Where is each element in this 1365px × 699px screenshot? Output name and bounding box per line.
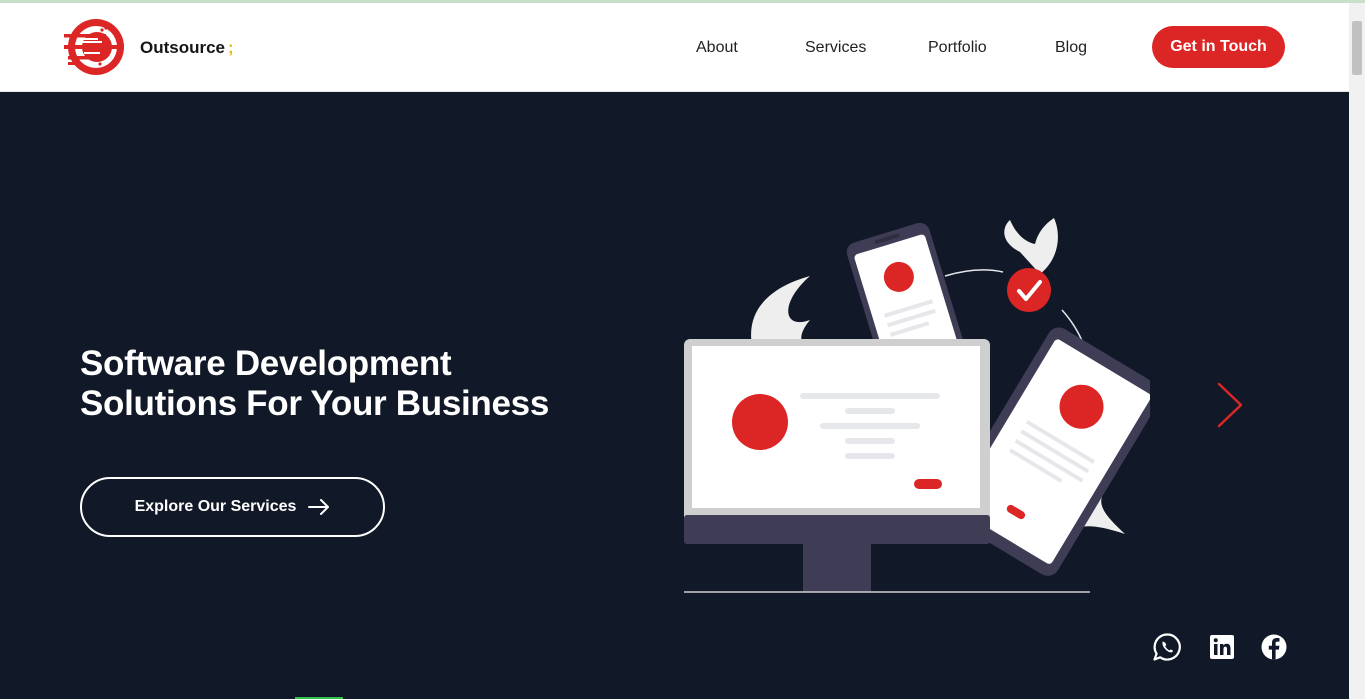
devices-illustration (670, 212, 1162, 597)
chevron-right-icon[interactable] (1212, 382, 1246, 428)
nav-portfolio[interactable]: Portfolio (928, 39, 987, 57)
whatsapp-icon[interactable] (1152, 632, 1182, 662)
linkedin-icon[interactable] (1207, 632, 1237, 662)
brand-mark: ; (228, 38, 234, 57)
hero-title-line-2: Solutions For Your Business (80, 384, 549, 423)
hero-title: Software Development Solutions For Your … (80, 344, 640, 424)
get-in-touch-button[interactable]: Get in Touch (1152, 26, 1285, 68)
scrollbar-thumb[interactable] (1352, 21, 1362, 75)
explore-services-button[interactable]: Explore Our Services (80, 477, 385, 537)
explore-services-label: Explore Our Services (134, 498, 297, 515)
hero-section: Software Development Solutions For Your … (0, 92, 1349, 699)
brand-name[interactable]: Outsource; (140, 38, 234, 58)
nav-blog[interactable]: Blog (1055, 39, 1087, 57)
nav-about[interactable]: About (696, 39, 738, 57)
hero-title-line-1: Software Development (80, 344, 452, 383)
site-header: Outsource; About Services Portfolio Blog… (0, 3, 1349, 92)
nav-services[interactable]: Services (805, 39, 866, 57)
page-scrollbar[interactable] (1349, 3, 1365, 699)
logo-icon[interactable] (62, 17, 134, 77)
arrow-right-icon (308, 499, 330, 515)
facebook-icon[interactable] (1259, 632, 1289, 662)
